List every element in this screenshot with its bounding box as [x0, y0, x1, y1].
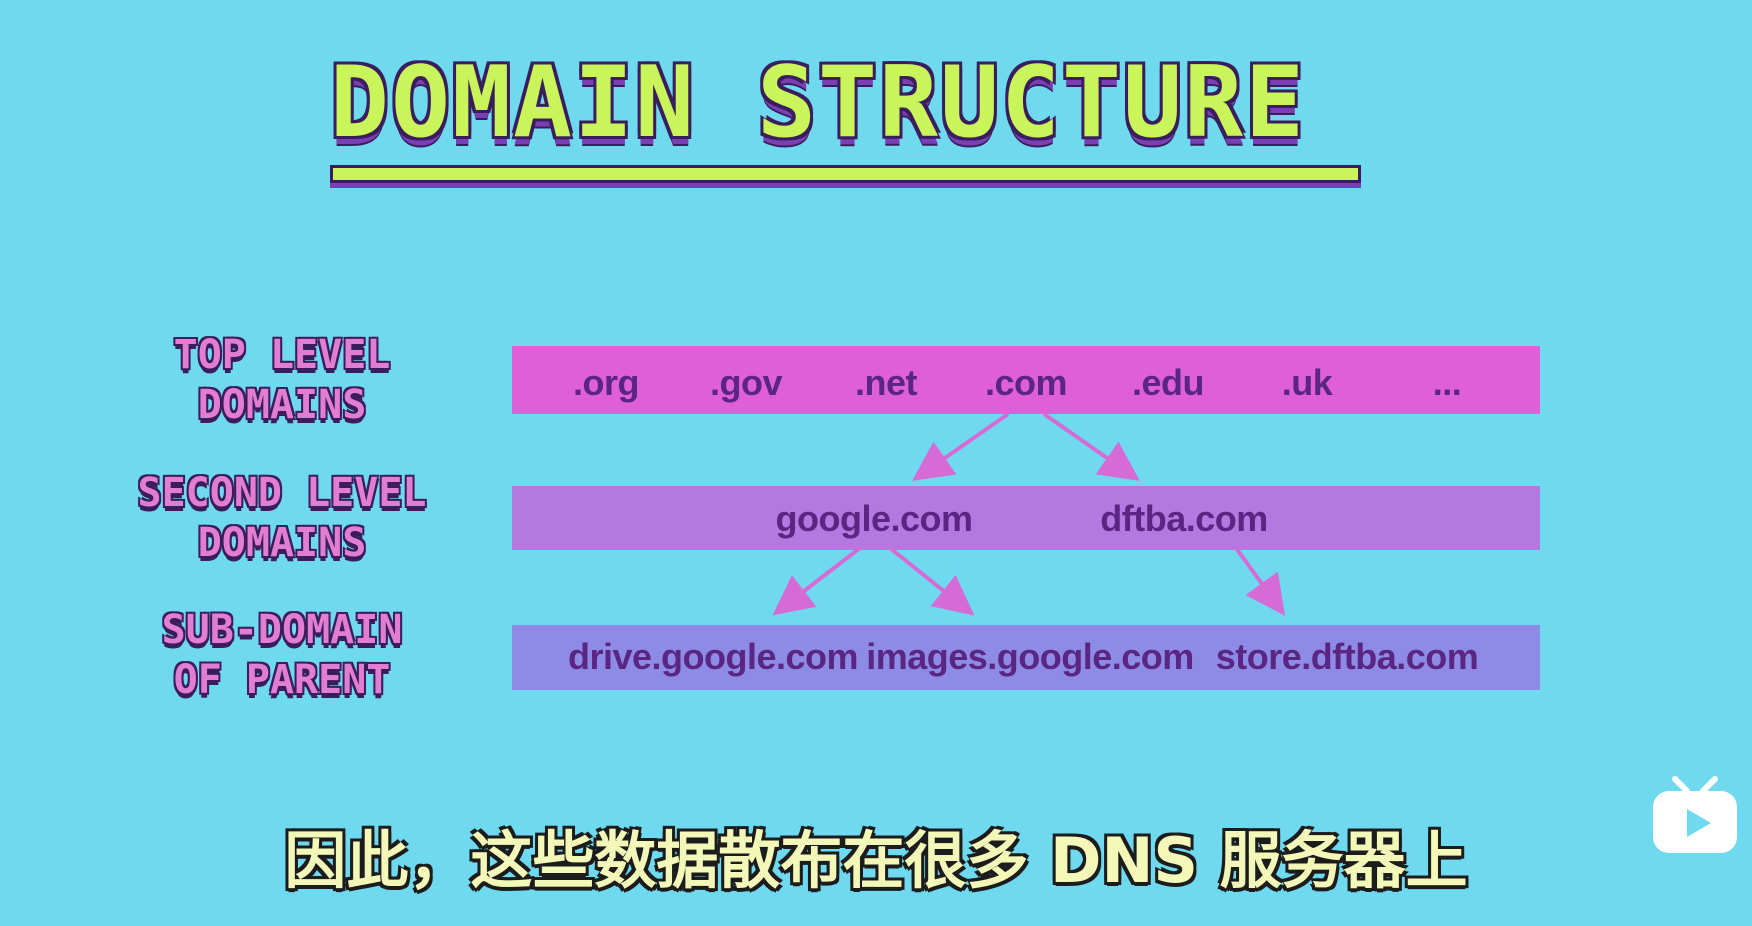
arrow-com-to-google	[912, 412, 1010, 481]
arrow-dftba-to-store	[1234, 546, 1286, 616]
arrow-google-to-images	[888, 546, 975, 616]
arrow-google-to-drive	[772, 546, 862, 616]
slide: DOMAIN STRUCTURE TOP LEVEL DOMAINS SECON…	[0, 0, 1752, 926]
video-subtitle: 因此，这些数据散布在很多 DNS 服务器上	[284, 824, 1468, 897]
arrow-com-to-dftba	[1042, 412, 1140, 481]
hierarchy-arrows	[772, 412, 1286, 616]
bilibili-tv-icon[interactable]	[1645, 765, 1745, 865]
